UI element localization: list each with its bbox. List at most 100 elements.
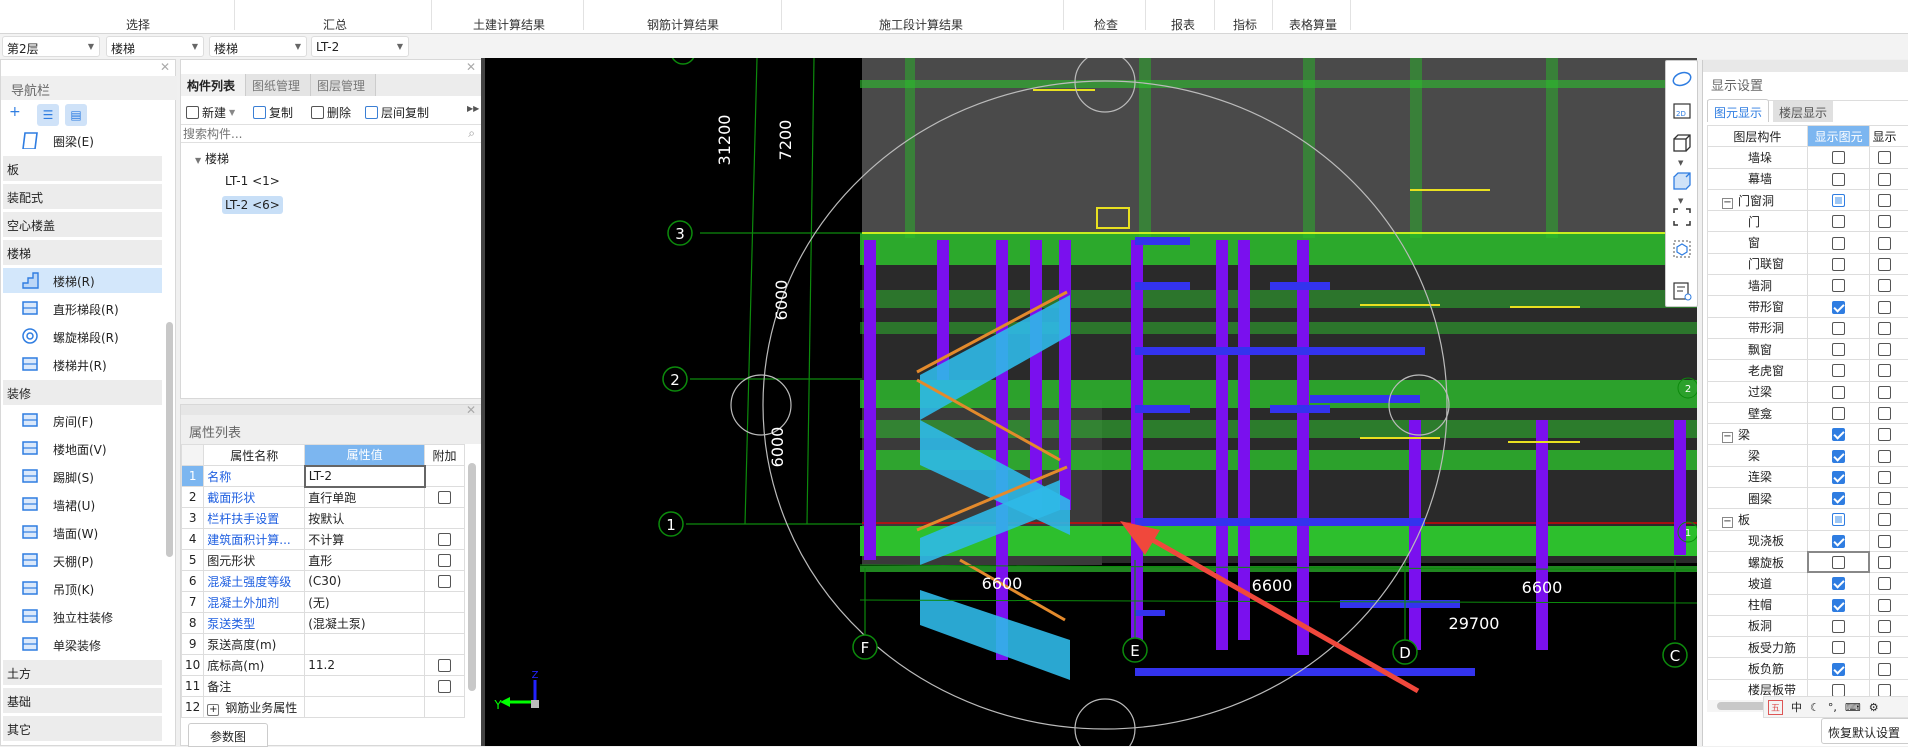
show-element-checkbox[interactable]	[1832, 215, 1845, 228]
show-checkbox[interactable]	[1878, 535, 1891, 548]
show-element-checkbox[interactable]	[1832, 258, 1845, 271]
layer-row[interactable]: 老虎窗	[1708, 360, 1908, 381]
list-view-icon[interactable]: ☰	[37, 104, 59, 126]
ime-mode[interactable]: 中	[1791, 699, 1802, 715]
property-row[interactable]: 11备注	[182, 676, 465, 697]
nav-group[interactable]: 其它	[3, 716, 162, 741]
show-element-checkbox[interactable]	[1832, 535, 1845, 548]
nav-item[interactable]: 直形梯段(R)	[3, 296, 162, 321]
copy-button[interactable]: 复制	[253, 104, 293, 121]
nav-item[interactable]: 吊顶(K)	[3, 576, 162, 601]
tree-item-lt-1[interactable]: LT-1 <1>	[222, 172, 283, 190]
layer-row[interactable]: 墙洞	[1708, 275, 1908, 296]
show-checkbox[interactable]	[1878, 663, 1891, 676]
property-value[interactable]: (无)	[305, 592, 425, 613]
nav-item[interactable]: 楼梯(R)	[3, 268, 162, 293]
nav-item[interactable]: 楼地面(V)	[3, 436, 162, 461]
property-scrollbar[interactable]	[468, 463, 476, 691]
show-checkbox[interactable]	[1878, 684, 1891, 697]
property-value[interactable]	[305, 697, 425, 718]
attach-checkbox[interactable]	[438, 680, 451, 693]
nav-item[interactable]: 踢脚(S)	[3, 464, 162, 489]
property-row[interactable]: 9泵送高度(m)	[182, 634, 465, 655]
show-element-checkbox[interactable]	[1832, 173, 1845, 186]
show-element-checkbox[interactable]	[1832, 513, 1845, 526]
column-header[interactable]: 显示图元	[1807, 126, 1870, 147]
show-element-checkbox[interactable]	[1832, 151, 1845, 164]
show-checkbox[interactable]	[1878, 322, 1891, 335]
ribbon-group-label[interactable]: 检查	[1094, 16, 1118, 33]
show-checkbox[interactable]	[1878, 237, 1891, 250]
show-checkbox[interactable]	[1878, 386, 1891, 399]
show-checkbox[interactable]	[1878, 173, 1891, 186]
layer-row[interactable]: 梁	[1708, 445, 1908, 466]
show-element-checkbox[interactable]	[1832, 492, 1845, 505]
2d-icon[interactable]: 2D	[1672, 101, 1692, 121]
nav-group[interactable]: 装配式	[3, 184, 162, 209]
show-element-checkbox[interactable]	[1832, 599, 1845, 612]
keyboard-icon[interactable]: ⌨	[1845, 701, 1861, 714]
collapse-icon[interactable]: −	[1722, 517, 1733, 528]
component-type-select[interactable]: 楼梯▼	[106, 36, 204, 57]
show-element-checkbox[interactable]	[1832, 577, 1845, 590]
layer-row[interactable]: 坡道	[1708, 573, 1908, 594]
show-element-checkbox[interactable]	[1832, 237, 1845, 250]
show-checkbox[interactable]	[1878, 641, 1891, 654]
3d-viewport[interactable]: 4321FEDC21312007200600060006600660066002…	[485, 58, 1697, 746]
layer-row[interactable]: 门	[1708, 211, 1908, 232]
property-value[interactable]: (混凝土泵)	[305, 613, 425, 634]
show-checkbox[interactable]	[1878, 428, 1891, 441]
show-checkbox[interactable]	[1878, 279, 1891, 292]
layer-row[interactable]: −门窗洞	[1708, 189, 1908, 210]
nav-group[interactable]: 板	[3, 156, 162, 181]
new-button[interactable]: 新建▼	[186, 104, 235, 121]
show-checkbox[interactable]	[1878, 151, 1891, 164]
property-row[interactable]: 10底标高(m)11.2	[182, 655, 465, 676]
layer-row[interactable]: −梁	[1708, 424, 1908, 445]
orbit-icon[interactable]	[1672, 69, 1692, 89]
property-row[interactable]: 1名称LT-2	[182, 466, 465, 487]
property-value[interactable]: (C30)	[305, 571, 425, 592]
show-element-checkbox[interactable]	[1832, 620, 1845, 633]
show-element-checkbox[interactable]	[1832, 556, 1845, 569]
property-row[interactable]: 2截面形状直行单跑	[182, 487, 465, 508]
nav-item[interactable]: 圈梁(E)	[3, 128, 162, 153]
close-icon[interactable]: ✕	[160, 60, 170, 74]
ribbon-group-label[interactable]: 选择	[126, 16, 150, 33]
layer-row[interactable]: 门联窗	[1708, 253, 1908, 274]
floor-copy-button[interactable]: 层间复制	[365, 104, 429, 121]
tab-drawing-management[interactable]: 图纸管理	[246, 74, 311, 96]
nav-item[interactable]: 单梁装修	[3, 632, 162, 657]
3d-wire-icon[interactable]	[1672, 133, 1692, 153]
layer-row[interactable]: 柱帽	[1708, 594, 1908, 615]
layer-row[interactable]: −板	[1708, 509, 1908, 530]
collapse-icon[interactable]: −	[1722, 432, 1733, 443]
property-row[interactable]: 8泵送类型(混凝土泵)	[182, 613, 465, 634]
layer-row[interactable]: 连梁	[1708, 466, 1908, 487]
property-value[interactable]: 直形	[305, 550, 425, 571]
show-checkbox[interactable]	[1878, 620, 1891, 633]
detail-view-icon[interactable]: ▤	[65, 104, 87, 126]
3d-solid-icon[interactable]	[1672, 171, 1692, 191]
delete-button[interactable]: 删除	[311, 104, 351, 121]
chevron-down-icon[interactable]: ▼	[1678, 197, 1683, 205]
property-value[interactable]: 直行单跑	[305, 487, 425, 508]
show-element-checkbox[interactable]	[1832, 279, 1845, 292]
property-row[interactable]: 7混凝土外加剂(无)	[182, 592, 465, 613]
nav-group[interactable]: 装修	[3, 380, 162, 405]
layer-row[interactable]: 带形洞	[1708, 317, 1908, 338]
nav-group[interactable]: 土方	[3, 660, 162, 685]
expand-icon[interactable]: +	[207, 704, 219, 716]
show-checkbox[interactable]	[1878, 492, 1891, 505]
property-value[interactable]	[305, 676, 425, 697]
ribbon-group-label[interactable]: 表格算量	[1289, 16, 1337, 33]
layer-row[interactable]: 壁龛	[1708, 402, 1908, 423]
property-row[interactable]: 6混凝土强度等级(C30)	[182, 571, 465, 592]
ribbon-group-label[interactable]: 汇总	[323, 16, 347, 33]
attach-checkbox[interactable]	[438, 554, 451, 567]
layer-row[interactable]: 过梁	[1708, 381, 1908, 402]
ime-tools-icon[interactable]: ⚙	[1869, 701, 1879, 714]
close-icon[interactable]: ✕	[466, 60, 476, 74]
property-row[interactable]: 4建筑面积计算...不计算	[182, 529, 465, 550]
tree-root[interactable]: ▼ 楼梯	[195, 150, 229, 167]
